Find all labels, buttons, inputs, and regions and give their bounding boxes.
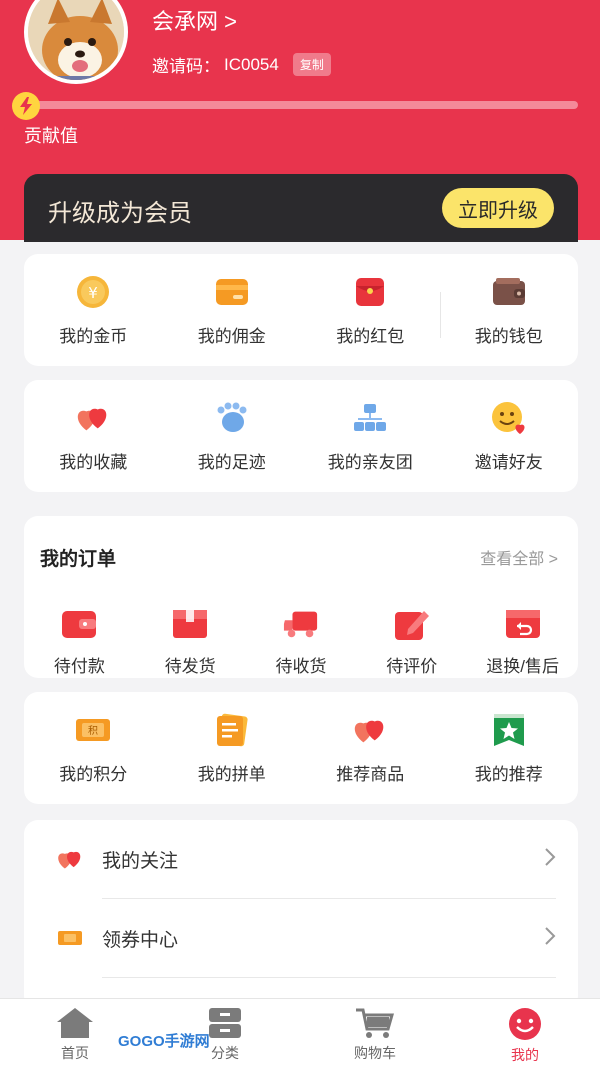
my-points[interactable]: 积 我的积分 [24, 692, 163, 804]
svg-text:¥: ¥ [88, 284, 98, 302]
assets-card: ¥ 我的金币 我的佣金 我的红包 我的钱包 [24, 254, 578, 366]
list-item-label: 领券中心 [102, 929, 179, 951]
member-title: 升级成为会员 [48, 200, 192, 227]
truck-icon [283, 606, 319, 642]
asset-label: 我的红包 [336, 326, 405, 346]
smiley-face-icon [509, 1008, 541, 1040]
order-returns[interactable]: 退换/售后 [467, 596, 578, 686]
tab-label: 我的 [511, 1047, 539, 1063]
invite-friends[interactable]: 邀请好友 [440, 380, 579, 492]
orders-title: 我的订单 [40, 549, 117, 570]
recommended-products[interactable]: 推荐商品 [301, 692, 440, 804]
view-all-orders-link[interactable]: 查看全部 > [480, 545, 558, 569]
order-label: 待收货 [275, 656, 327, 676]
order-label: 待评价 [386, 656, 438, 676]
tab-label: 首页 [61, 1045, 89, 1061]
group-order-icon [214, 712, 250, 748]
pen-icon [394, 606, 430, 642]
tab-label: 购物车 [354, 1045, 396, 1061]
order-label: 待付款 [53, 656, 105, 676]
package-icon [172, 606, 208, 642]
tab-cart[interactable]: 购物车 [300, 999, 450, 1067]
hearts-icon [75, 400, 111, 436]
asset-label: 我的佣金 [197, 326, 266, 346]
orders-card: 我的订单 查看全部 > 待付款 待发货 待收货 待评价 退换/售后 [24, 516, 578, 678]
order-pending-payment[interactable]: 待付款 [24, 596, 135, 686]
order-pending-shipment[interactable]: 待发货 [135, 596, 246, 686]
home-icon [57, 1008, 93, 1038]
list-item-coupon-center[interactable]: 领券中心 [24, 899, 578, 977]
divider [102, 977, 556, 978]
my-referrals[interactable]: 我的推荐 [440, 692, 579, 804]
my-group-orders[interactable]: 我的拼单 [163, 692, 302, 804]
username-link[interactable]: 会承网 > [152, 4, 237, 36]
my-gold-coins[interactable]: ¥ 我的金币 [24, 254, 163, 366]
social-card: 我的收藏 我的足迹 我的亲友团 邀请好友 [24, 380, 578, 492]
my-family-group[interactable]: 我的亲友团 [301, 380, 440, 492]
my-commission[interactable]: 我的佣金 [163, 254, 302, 366]
hearts-icon [352, 712, 388, 748]
footprint-icon [214, 400, 250, 436]
coupon-icon [56, 924, 84, 952]
social-label: 我的收藏 [59, 452, 128, 472]
list-item-label: 我的关注 [102, 850, 179, 872]
menu-list-card: 我的关注 领券中心 [24, 820, 578, 1010]
copy-button[interactable]: 复制 [292, 53, 331, 76]
member-upgrade-banner: 升级成为会员 立即升级 [24, 174, 578, 242]
commission-card-icon [214, 274, 250, 310]
watermark-logo: GOGO手游网 [118, 1033, 210, 1050]
smiley-icon [491, 400, 527, 436]
order-pending-receipt[interactable]: 待收货 [246, 596, 357, 686]
invite-code-row: 邀请码： IC0054 复制 [152, 52, 331, 77]
my-footprints[interactable]: 我的足迹 [163, 380, 302, 492]
order-pending-review[interactable]: 待评价 [356, 596, 467, 686]
extra-label: 我的拼单 [197, 764, 266, 784]
chevron-right-icon [544, 847, 556, 872]
extras-card: 积 我的积分 我的拼单 推荐商品 我的推荐 [24, 692, 578, 804]
tab-mine[interactable]: 我的 [450, 999, 600, 1067]
invite-code: IC0054 [224, 54, 279, 74]
avatar[interactable] [24, 0, 128, 84]
star-badge-icon [491, 712, 527, 748]
extra-label: 我的推荐 [474, 764, 543, 784]
red-envelope-icon [352, 274, 388, 310]
divider [439, 292, 441, 338]
my-wallet[interactable]: 我的钱包 [439, 254, 579, 366]
extra-label: 推荐商品 [336, 764, 405, 784]
wallet-icon [491, 274, 527, 310]
upgrade-button[interactable]: 立即升级 [442, 188, 554, 228]
order-label: 退换/售后 [486, 656, 559, 676]
hearts-icon [56, 845, 84, 873]
lightning-icon [12, 92, 40, 120]
chevron-right-icon [544, 926, 556, 951]
my-favorites[interactable]: 我的收藏 [24, 380, 163, 492]
social-label: 我的足迹 [197, 452, 266, 472]
bottom-tab-bar: 首页 分类 购物车 我的 [0, 998, 600, 1067]
contribution-label: 贡献值 [24, 126, 78, 146]
invite-label: 邀请码： [152, 57, 220, 76]
order-label: 待发货 [164, 656, 216, 676]
wallet-pay-icon [61, 606, 97, 642]
my-red-envelope[interactable]: 我的红包 [301, 254, 440, 366]
social-label: 我的亲友团 [327, 452, 413, 472]
group-icon [352, 400, 388, 436]
cart-icon [356, 1008, 394, 1038]
asset-label: 我的钱包 [474, 326, 543, 346]
tab-label: 分类 [211, 1045, 239, 1061]
asset-label: 我的金币 [59, 326, 128, 346]
gold-coin-icon: ¥ [75, 274, 111, 310]
extra-label: 我的积分 [59, 764, 128, 784]
social-label: 邀请好友 [474, 452, 543, 472]
list-item-my-follows[interactable]: 我的关注 [24, 820, 578, 898]
points-ticket-icon: 积 [75, 712, 111, 748]
category-icon [209, 1008, 241, 1038]
return-icon [505, 606, 541, 642]
contribution-progress-bar [20, 101, 578, 109]
svg-text:积: 积 [88, 725, 98, 737]
